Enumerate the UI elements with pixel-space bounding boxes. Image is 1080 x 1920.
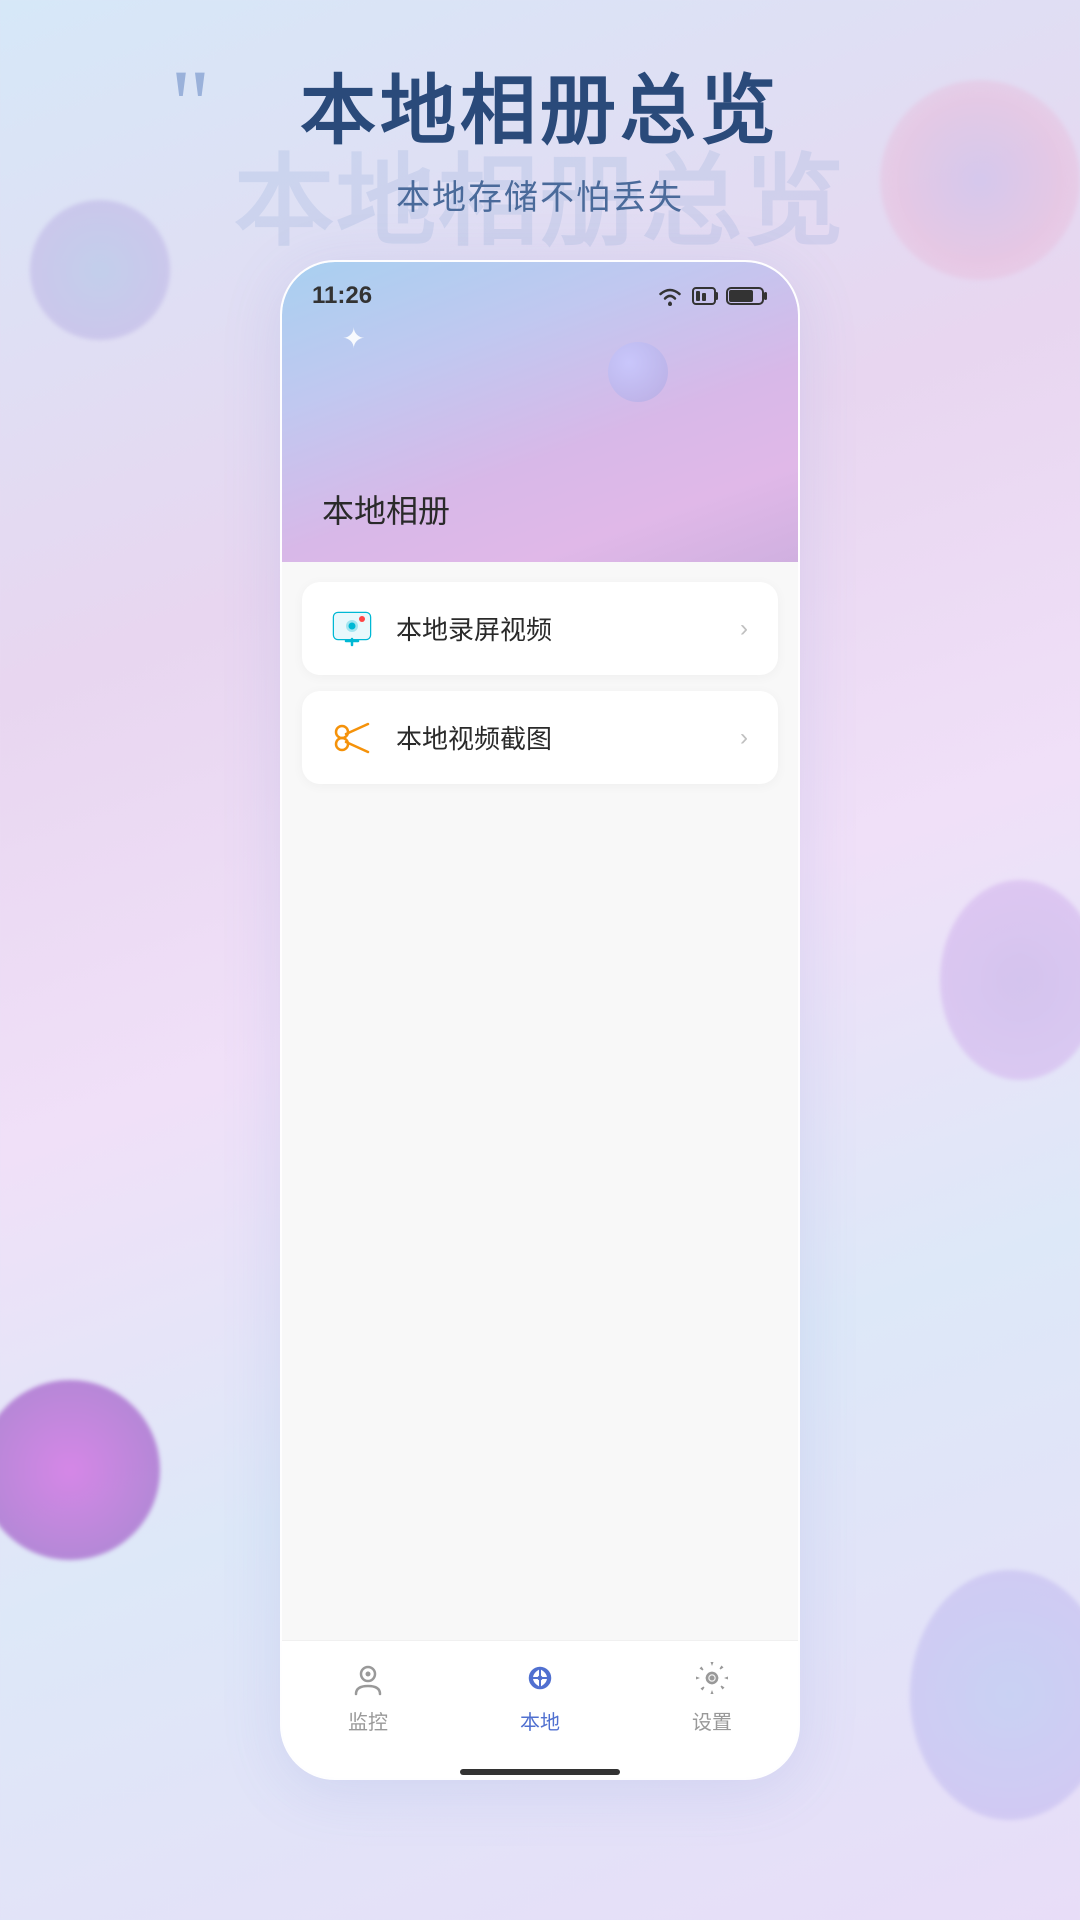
signal-icon [692, 287, 718, 305]
menu-item-video-screenshot[interactable]: 本地视频截图 › [302, 691, 778, 784]
phone-content: 本地录屏视频 › 本地视频截图 [282, 562, 798, 1640]
page-subtitle: 本地存储不怕丢失 [140, 170, 940, 219]
bg-blob-top-left [30, 200, 170, 340]
bottom-indicator [282, 1770, 798, 1778]
status-bar: 11:26 [282, 262, 798, 310]
nav-label-settings: 设置 [692, 1706, 732, 1735]
phone-inner: 11:26 [282, 262, 798, 1778]
menu-arrow-screen: › [740, 615, 748, 643]
page-title: 本地相册总览 [140, 70, 940, 154]
nav-item-settings[interactable]: 设置 [690, 1656, 734, 1735]
wifi-icon [656, 285, 684, 307]
status-icons [656, 285, 768, 307]
bg-blob-bottom-left [0, 1380, 160, 1560]
menu-label-video-screenshot: 本地视频截图 [396, 719, 552, 756]
nav-label-monitor: 监控 [348, 1706, 388, 1735]
monitor-icon [346, 1656, 390, 1700]
menu-arrow-screenshot: › [740, 724, 748, 752]
menu-label-screen-record: 本地录屏视频 [396, 610, 552, 647]
menu-item-left-screenshot: 本地视频截图 [332, 719, 552, 756]
menu-item-screen-record[interactable]: 本地录屏视频 › [302, 582, 778, 675]
nav-label-local: 本地 [520, 1706, 560, 1735]
phone-header-bg: 11:26 [282, 262, 798, 562]
local-icon [518, 1656, 562, 1700]
bg-blob-bottom-right [910, 1570, 1080, 1820]
settings-icon [690, 1656, 734, 1700]
nav-item-local[interactable]: 本地 [518, 1656, 562, 1735]
indicator-bar [460, 1769, 620, 1775]
page-header: 本地相册总览 本地存储不怕丢失 [140, 70, 940, 219]
screen-record-icon [332, 611, 376, 647]
album-title-in-phone: 本地相册 [322, 486, 450, 532]
phone-mockup: 11:26 [280, 260, 800, 1780]
bg-blob-right-mid [940, 880, 1080, 1080]
scissors-icon [332, 720, 376, 756]
nav-item-monitor[interactable]: 监控 [346, 1656, 390, 1735]
header-sparkle: ✦ [342, 322, 365, 355]
header-decoration-ball [608, 342, 668, 402]
bottom-nav: 监控 本地 [282, 1640, 798, 1770]
battery-icon [726, 286, 768, 306]
status-time: 11:26 [312, 282, 372, 310]
menu-item-left-screen: 本地录屏视频 [332, 610, 552, 647]
